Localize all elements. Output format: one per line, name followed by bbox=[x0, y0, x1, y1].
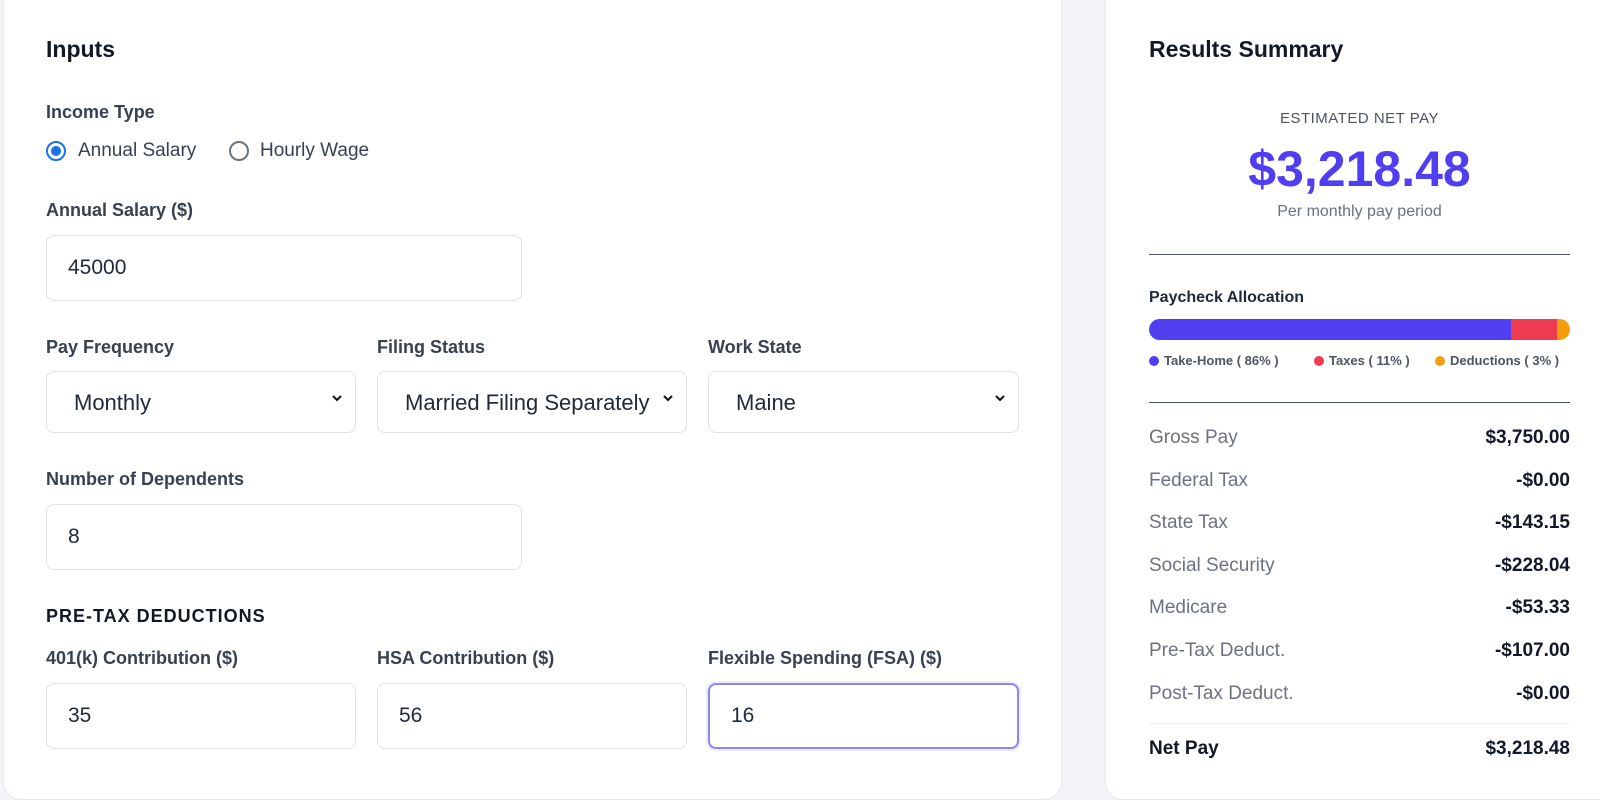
legend-text: Take-Home ( 86% ) bbox=[1164, 353, 1279, 368]
chevron-down-icon bbox=[332, 395, 342, 402]
filing-status-value: Married Filing Separately bbox=[405, 390, 650, 415]
filing-status-select[interactable]: Married Filing Separately bbox=[377, 371, 687, 433]
breakdown-row-label: Social Security bbox=[1149, 555, 1275, 576]
results-heading: Results Summary bbox=[1149, 36, 1344, 62]
allocation-segment-take-home bbox=[1149, 319, 1512, 340]
allocation-bar bbox=[1149, 319, 1570, 340]
filing-status-label: Filing Status bbox=[377, 337, 485, 357]
annual-salary-input[interactable] bbox=[46, 235, 522, 301]
breakdown-row-label: Pre-Tax Deduct. bbox=[1149, 640, 1286, 661]
hourly-wage-radio-label[interactable]: Hourly Wage bbox=[260, 140, 369, 162]
breakdown-row-label: State Tax bbox=[1149, 512, 1228, 533]
breakdown-row-value: -$143.15 bbox=[1494, 512, 1570, 533]
breakdown-row-value: -$0.00 bbox=[1516, 470, 1570, 491]
breakdown-row-value: -$0.00 bbox=[1516, 683, 1570, 704]
inputs-heading: Inputs bbox=[46, 36, 115, 62]
chevron-down-icon bbox=[663, 395, 673, 402]
legend-item-take-home: Take-Home ( 86% ) bbox=[1149, 353, 1279, 368]
401k-input[interactable] bbox=[46, 683, 356, 749]
legend-dot bbox=[1435, 356, 1445, 366]
net-pay-amount: $3,218.48 bbox=[1248, 141, 1471, 197]
legend-dot bbox=[1149, 356, 1159, 366]
401k-label: 401(k) Contribution ($) bbox=[46, 648, 238, 668]
pretax-deductions-heading: PRE-TAX DEDUCTIONS bbox=[46, 606, 266, 626]
annual-salary-radio-label[interactable]: Annual Salary bbox=[78, 140, 196, 162]
net-row-separator bbox=[1149, 723, 1570, 724]
breakdown-row-value: -$107.00 bbox=[1494, 640, 1570, 661]
legend-dot bbox=[1314, 356, 1324, 366]
hsa-input[interactable] bbox=[377, 683, 687, 749]
paycheck-allocation-title: Paycheck Allocation bbox=[1149, 289, 1305, 306]
fsa-input[interactable] bbox=[708, 683, 1019, 749]
dependents-label: Number of Dependents bbox=[46, 469, 245, 489]
net-pay-row-label: Net Pay bbox=[1149, 738, 1219, 759]
breakdown-row-label: Medicare bbox=[1149, 597, 1228, 618]
pay-frequency-select[interactable]: Monthly bbox=[46, 371, 356, 433]
breakdown-row-value: -$53.33 bbox=[1505, 597, 1570, 618]
hsa-label: HSA Contribution ($) bbox=[377, 648, 555, 668]
breakdown-row-label: Federal Tax bbox=[1149, 470, 1248, 491]
legend-text: Deductions ( 3% ) bbox=[1450, 353, 1560, 368]
allocation-segment-taxes bbox=[1511, 319, 1558, 340]
net-pay-row-value: $3,218.48 bbox=[1485, 738, 1570, 759]
pay-frequency-value: Monthly bbox=[74, 390, 152, 415]
chevron-down-icon bbox=[995, 395, 1005, 402]
estimated-net-pay-caption: ESTIMATED NET PAY bbox=[1279, 110, 1440, 127]
annual-salary-radio[interactable] bbox=[46, 141, 66, 161]
divider bbox=[1149, 402, 1570, 403]
breakdown-row-label: Post-Tax Deduct. bbox=[1149, 683, 1294, 704]
legend-item-taxes: Taxes ( 11% ) bbox=[1314, 353, 1410, 368]
breakdown-row-label: Gross Pay bbox=[1149, 427, 1238, 448]
income-type-label: Income Type bbox=[46, 102, 155, 122]
annual-salary-label: Annual Salary ($) bbox=[46, 200, 194, 220]
dependents-input[interactable] bbox=[46, 504, 522, 570]
hourly-wage-radio[interactable] bbox=[229, 141, 249, 161]
fsa-label: Flexible Spending (FSA) ($) bbox=[708, 648, 943, 668]
legend-text: Taxes ( 11% ) bbox=[1329, 353, 1410, 368]
work-state-select[interactable]: Maine bbox=[708, 371, 1019, 433]
work-state-label: Work State bbox=[708, 337, 802, 357]
breakdown-row-value: -$228.04 bbox=[1494, 555, 1570, 576]
allocation-legend: Take-Home ( 86% ) Taxes ( 11% ) Deductions… bbox=[1149, 353, 1570, 373]
pay-frequency-label: Pay Frequency bbox=[46, 337, 175, 357]
pay-period-caption: Per monthly pay period bbox=[1277, 203, 1442, 220]
divider bbox=[1149, 254, 1570, 255]
work-state-value: Maine bbox=[736, 390, 796, 415]
breakdown-row-value: $3,750.00 bbox=[1485, 427, 1570, 448]
legend-item-deductions: Deductions ( 3% ) bbox=[1435, 353, 1559, 368]
